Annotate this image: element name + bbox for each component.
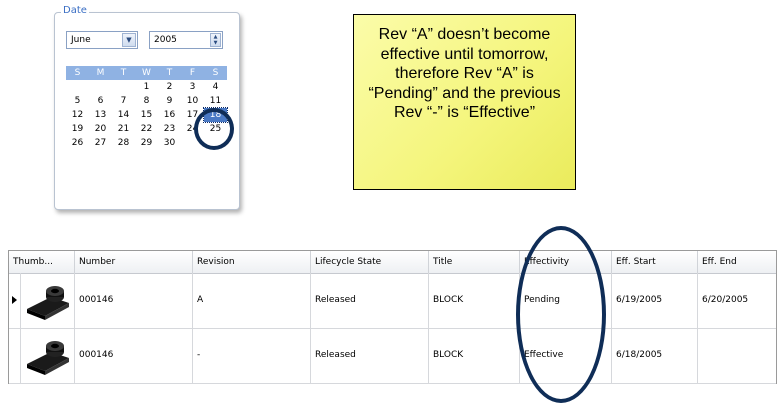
calendar-day[interactable]: 7 — [112, 94, 135, 108]
revision-cell: - — [193, 328, 311, 383]
column-header-number[interactable]: Number — [75, 251, 193, 273]
calendar-day[interactable]: 5 — [66, 94, 89, 108]
column-header-lifecycle-state[interactable]: Lifecycle State — [311, 251, 429, 273]
date-legend: Date — [61, 5, 89, 16]
title-cell: BLOCK — [429, 328, 520, 383]
grid-header: Thumb... Number Revision Lifecycle State… — [9, 251, 776, 274]
weekday-label: S — [74, 68, 81, 78]
weekday-label: M — [96, 68, 105, 78]
eff-end-cell: 6/20/2005 — [698, 273, 777, 328]
table-row[interactable]: 000146 A Released BLOCK Pending 6/19/200… — [9, 273, 776, 329]
row-selector[interactable] — [9, 273, 21, 328]
part-thumbnail-icon — [27, 341, 69, 375]
calendar-day[interactable]: 14 — [112, 108, 135, 122]
calendar-day[interactable]: 30 — [158, 136, 181, 150]
month-value: June — [71, 35, 91, 45]
calendar-day[interactable]: 23 — [158, 122, 181, 136]
column-header-title[interactable]: Title — [429, 251, 520, 273]
calendar-empty-cell — [89, 80, 112, 94]
revision-grid: Thumb... Number Revision Lifecycle State… — [8, 250, 777, 384]
chevron-down-icon[interactable]: ▼ — [122, 33, 136, 47]
eff-end-cell — [698, 328, 777, 383]
number-cell: 000146 — [75, 273, 193, 328]
column-header-eff-end[interactable]: Eff. End — [698, 251, 777, 273]
weekday-label: S — [212, 68, 219, 78]
calendar-day[interactable]: 28 — [112, 136, 135, 150]
weekday-label: W — [142, 68, 151, 78]
calendar-day[interactable]: 10 — [181, 94, 204, 108]
part-thumbnail-icon — [27, 286, 69, 320]
column-header-revision[interactable]: Revision — [193, 251, 311, 273]
calendar-day[interactable]: 9 — [158, 94, 181, 108]
year-spinner[interactable]: 2005 ▲ ▼ — [149, 31, 223, 49]
thumbnail-cell — [21, 328, 75, 383]
calendar-day[interactable]: 1 — [135, 80, 158, 94]
calendar-day[interactable]: 29 — [135, 136, 158, 150]
calendar-day[interactable]: 20 — [89, 122, 112, 136]
calendar-day[interactable]: 15 — [135, 108, 158, 122]
calendar-day[interactable]: 4 — [204, 80, 227, 94]
thumbnail-cell — [21, 273, 75, 328]
calendar-empty-cell — [66, 80, 89, 94]
row-pointer-icon — [12, 296, 17, 304]
calendar-day[interactable]: 11 — [204, 94, 227, 108]
calendar-day[interactable]: 27 — [89, 136, 112, 150]
calendar-day[interactable]: 12 — [66, 108, 89, 122]
spinner-icon[interactable]: ▲ ▼ — [210, 33, 221, 47]
calendar-day[interactable]: 3 — [181, 80, 204, 94]
calendar-day[interactable]: 2 — [158, 80, 181, 94]
calendar-day[interactable]: 21 — [112, 122, 135, 136]
calendar-day[interactable]: 26 — [66, 136, 89, 150]
lifecycle-state-cell: Released — [311, 328, 429, 383]
number-cell: 000146 — [75, 328, 193, 383]
month-select[interactable]: June ▼ — [66, 31, 138, 49]
revision-cell: A — [193, 273, 311, 328]
calendar-weekday-header: S M T W T F S — [66, 66, 227, 80]
lifecycle-state-cell: Released — [311, 273, 429, 328]
effectivity-column-highlight-oval — [516, 226, 606, 403]
calendar-day[interactable]: 6 — [89, 94, 112, 108]
column-header-eff-start[interactable]: Eff. Start — [612, 251, 698, 273]
calendar-day[interactable]: 13 — [89, 108, 112, 122]
weekday-label: F — [189, 68, 196, 78]
callout-text: Rev “A” doesn’t become effective until t… — [368, 26, 561, 121]
callout-note: Rev “A” doesn’t become effective until t… — [353, 14, 576, 190]
eff-start-cell: 6/19/2005 — [612, 273, 698, 328]
eff-start-cell: 6/18/2005 — [612, 328, 698, 383]
title-cell: BLOCK — [429, 273, 520, 328]
column-header-thumbnail[interactable]: Thumb... — [9, 251, 75, 273]
calendar-day[interactable]: 22 — [135, 122, 158, 136]
calendar-day[interactable]: 19 — [66, 122, 89, 136]
year-value: 2005 — [154, 35, 177, 45]
row-selector[interactable] — [9, 328, 21, 383]
calendar-empty-cell — [112, 80, 135, 94]
weekday-label: T — [166, 68, 173, 78]
weekday-label: T — [120, 68, 127, 78]
calendar-day[interactable]: 16 — [158, 108, 181, 122]
selected-day-highlight-circle — [194, 108, 234, 150]
table-row[interactable]: 000146 - Released BLOCK Effective 6/18/2… — [9, 328, 776, 384]
calendar-day[interactable]: 8 — [135, 94, 158, 108]
